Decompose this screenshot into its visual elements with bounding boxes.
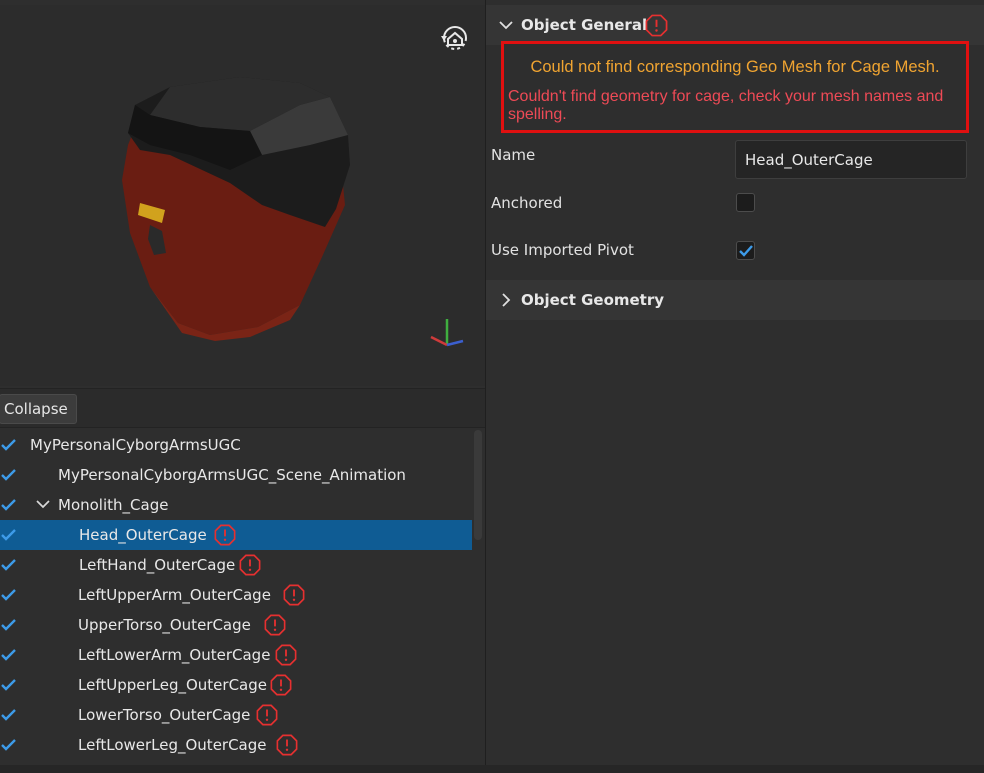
warning-icon bbox=[276, 734, 298, 756]
3d-preview-viewport[interactable] bbox=[0, 5, 485, 386]
chevron-down-icon[interactable] bbox=[36, 499, 50, 511]
use-imported-pivot-label: Use Imported Pivot bbox=[491, 241, 634, 259]
tree-row[interactable]: LeftLowerLeg_OuterCage bbox=[0, 730, 472, 760]
row-checkbox-check-icon[interactable] bbox=[0, 527, 17, 543]
use-imported-pivot-checkbox[interactable] bbox=[736, 241, 755, 260]
tree-row-label: UpperTorso_OuterCage bbox=[78, 616, 251, 634]
warning-icon bbox=[645, 14, 668, 37]
error-message-box: Could not find corresponding Geo Mesh fo… bbox=[501, 41, 969, 133]
tree-row-label: MyPersonalCyborgArmsUGC_Scene_Animation bbox=[58, 466, 406, 484]
axis-gizmo-icon bbox=[430, 319, 464, 347]
row-checkbox-check-icon[interactable] bbox=[0, 617, 17, 633]
name-field[interactable] bbox=[735, 140, 967, 179]
tree-scrollbar[interactable] bbox=[474, 430, 482, 540]
import-preview-pane: Collapse MyPersonalCyborgArmsUGC MyPerson… bbox=[0, 0, 485, 773]
name-label: Name bbox=[491, 146, 536, 164]
anchored-label: Anchored bbox=[491, 194, 563, 212]
row-checkbox-check-icon[interactable] bbox=[0, 587, 17, 603]
scene-tree: MyPersonalCyborgArmsUGC MyPersonalCyborgA… bbox=[0, 430, 472, 773]
tree-row-label: MyPersonalCyborgArmsUGC bbox=[30, 436, 241, 454]
warning-icon bbox=[283, 584, 305, 606]
warning-icon bbox=[256, 704, 278, 726]
tree-row[interactable]: Head_OuterCage bbox=[0, 520, 472, 550]
warning-icon bbox=[214, 524, 236, 546]
tree-row-label: LowerTorso_OuterCage bbox=[78, 706, 251, 724]
tree-row[interactable]: Monolith_Cage bbox=[0, 490, 472, 520]
tree-row[interactable]: UpperTorso_OuterCage bbox=[0, 610, 472, 640]
row-checkbox-check-icon[interactable] bbox=[0, 677, 17, 693]
row-checkbox-check-icon[interactable] bbox=[0, 467, 17, 483]
tree-row-label: Monolith_Cage bbox=[58, 496, 169, 514]
warning-icon bbox=[275, 644, 297, 666]
tree-row-label: LeftLowerArm_OuterCage bbox=[78, 646, 271, 664]
object-general-header[interactable]: Object General bbox=[486, 5, 984, 45]
tree-row[interactable]: LeftLowerArm_OuterCage bbox=[0, 640, 472, 670]
row-checkbox-check-icon[interactable] bbox=[0, 707, 17, 723]
error-primary-text: Could not find corresponding Geo Mesh fo… bbox=[530, 58, 940, 76]
tree-row[interactable]: LeftUpperArm_OuterCage bbox=[0, 580, 472, 610]
chevron-down-icon bbox=[499, 21, 513, 30]
object-general-title: Object General bbox=[521, 16, 648, 34]
tree-row-label: LeftUpperArm_OuterCage bbox=[78, 586, 271, 604]
object-geometry-title: Object Geometry bbox=[521, 291, 665, 309]
warning-icon bbox=[239, 554, 261, 576]
warning-icon bbox=[270, 674, 292, 696]
error-secondary-text: Couldn't find geometry for cage, check y… bbox=[508, 88, 944, 123]
head-mesh-preview bbox=[122, 77, 350, 341]
tree-row[interactable]: LeftUpperLeg_OuterCage bbox=[0, 670, 472, 700]
bottom-border bbox=[0, 765, 984, 773]
tree-row[interactable]: LowerTorso_OuterCage bbox=[0, 700, 472, 730]
check-icon bbox=[739, 245, 753, 257]
tree-row[interactable]: MyPersonalCyborgArmsUGC_Scene_Animation bbox=[0, 460, 472, 490]
rotate-view-icon[interactable] bbox=[437, 20, 473, 56]
row-checkbox-check-icon[interactable] bbox=[0, 737, 17, 753]
row-checkbox-check-icon[interactable] bbox=[0, 557, 17, 573]
row-checkbox-check-icon[interactable] bbox=[0, 647, 17, 663]
row-checkbox-check-icon[interactable] bbox=[0, 497, 17, 513]
anchored-checkbox[interactable] bbox=[736, 193, 755, 212]
tree-row[interactable]: MyPersonalCyborgArmsUGC bbox=[0, 430, 472, 460]
collapse-button[interactable]: Collapse bbox=[0, 394, 77, 424]
warning-icon bbox=[264, 614, 286, 636]
tree-row-label: LeftUpperLeg_OuterCage bbox=[78, 676, 267, 694]
row-checkbox-check-icon[interactable] bbox=[0, 437, 17, 453]
properties-pane: Object General Could not find correspond… bbox=[486, 0, 984, 773]
tree-row-label: LeftLowerLeg_OuterCage bbox=[78, 736, 267, 754]
tree-row[interactable]: LeftHand_OuterCage bbox=[0, 550, 472, 580]
tree-toolbar: Collapse bbox=[0, 388, 485, 428]
tree-row-label: Head_OuterCage bbox=[79, 526, 207, 544]
tree-row-label: LeftHand_OuterCage bbox=[79, 556, 236, 574]
object-geometry-header[interactable]: Object Geometry bbox=[486, 280, 984, 320]
chevron-right-icon bbox=[502, 293, 511, 307]
